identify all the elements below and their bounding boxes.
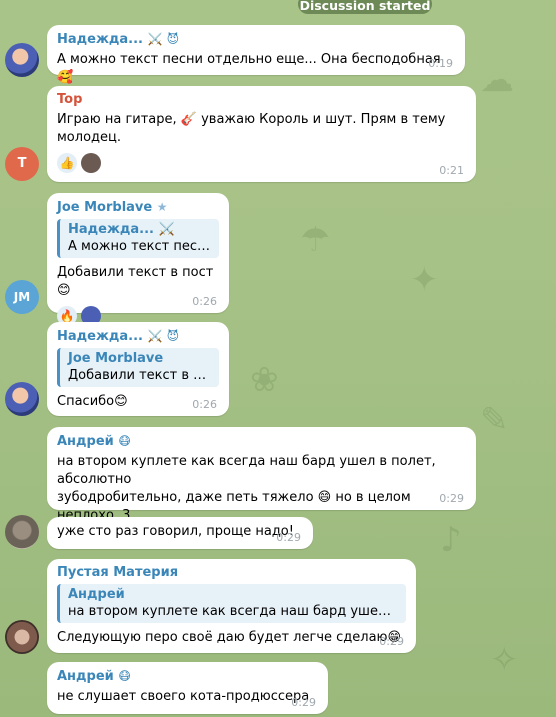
avatar[interactable] bbox=[5, 382, 39, 416]
message-bubble[interactable]: Андрей 😷 на втором куплете как всегда на… bbox=[47, 427, 476, 541]
sender-name[interactable]: Top bbox=[57, 92, 466, 108]
sender-name[interactable]: Пустая Материя bbox=[57, 565, 406, 581]
message-bubble[interactable]: Надежда... ⚔️ 😈 А можно текст песни отде… bbox=[47, 25, 465, 85]
reply-text: А можно текст песни ... bbox=[68, 239, 211, 254]
message-bubble[interactable]: Top Играю на гитаре, 🎸 уважаю Король и ш… bbox=[47, 86, 476, 182]
message-time: 0:29 bbox=[439, 492, 464, 505]
avatar-letter: T bbox=[17, 156, 27, 171]
reactions: 👍 bbox=[57, 153, 466, 173]
avatar[interactable] bbox=[5, 620, 39, 654]
reply-text: на втором куплете как всегда наш бард уш… bbox=[68, 604, 398, 619]
message-time: 0:26 bbox=[192, 295, 217, 308]
message-time: 0:26 bbox=[192, 398, 217, 411]
sender-badge: 😷 bbox=[118, 669, 131, 683]
avatar[interactable]: JM bbox=[5, 280, 39, 314]
message-text: уже сто раз говорил, проще надо! bbox=[57, 524, 294, 539]
message-bubble[interactable]: Пустая Материя Андрей на втором куплете … bbox=[47, 559, 416, 653]
message-time: 0:29 bbox=[276, 531, 301, 544]
message-time: 0:19 bbox=[428, 57, 453, 70]
reaction-user-avatar bbox=[81, 153, 101, 173]
reply-name: Надежда... ⚔️ bbox=[68, 222, 175, 237]
sender-name[interactable]: Андрей bbox=[57, 434, 114, 449]
message-text: не слушает своего кота-продюссера bbox=[57, 689, 310, 704]
avatar[interactable] bbox=[5, 43, 39, 77]
reply-quote[interactable]: Андрей на втором куплете как всегда наш … bbox=[57, 584, 406, 623]
message-bubble[interactable]: Joe Morblave ★ Надежда... ⚔️ А можно тек… bbox=[47, 193, 229, 326]
sender-name[interactable]: Андрей bbox=[57, 669, 114, 684]
sender-badge: 😷 bbox=[118, 434, 131, 448]
message-text: А можно текст песни отдельно еще... Она … bbox=[57, 52, 441, 85]
message-bubble[interactable]: уже сто раз говорил, проще надо! 0:29 bbox=[47, 517, 313, 549]
sender-name[interactable]: Надежда... bbox=[57, 329, 143, 344]
discussion-started-pill: Discussion started bbox=[298, 0, 432, 14]
message-text: Играю на гитаре, 🎸 уважаю Король и шут. … bbox=[57, 112, 446, 145]
sender-badge: ⚔️ 😈 bbox=[147, 329, 180, 343]
sender-badge: ⚔️ 😈 bbox=[147, 32, 180, 46]
avatar[interactable]: T bbox=[5, 147, 39, 181]
message-text: Следующую перо своё даю будет легче сдел… bbox=[57, 630, 402, 645]
message-time: 0:21 bbox=[439, 164, 464, 177]
message-time: 0:29 bbox=[379, 635, 404, 648]
message-bubble[interactable]: Андрей 😷 не слушает своего кота-продюссе… bbox=[47, 662, 328, 714]
sender-name[interactable]: Надежда... bbox=[57, 32, 143, 47]
avatar[interactable] bbox=[5, 515, 39, 549]
reply-name: Joe Morblave bbox=[68, 351, 164, 366]
message-time: 0:29 bbox=[291, 696, 316, 709]
message-bubble[interactable]: Надежда... ⚔️ 😈 Joe Morblave Добавили те… bbox=[47, 322, 229, 416]
sender-name[interactable]: Joe Morblave bbox=[57, 200, 152, 215]
reply-quote[interactable]: Надежда... ⚔️ А можно текст песни ... bbox=[57, 219, 219, 258]
reply-name: Андрей bbox=[68, 587, 125, 602]
avatar-initials: JM bbox=[13, 290, 31, 304]
star-icon: ★ bbox=[156, 200, 168, 214]
reply-quote[interactable]: Joe Morblave Добавили текст в пос... bbox=[57, 348, 219, 387]
reply-text: Добавили текст в пос... bbox=[68, 368, 211, 383]
reaction-thumbs-up[interactable]: 👍 bbox=[57, 153, 77, 173]
